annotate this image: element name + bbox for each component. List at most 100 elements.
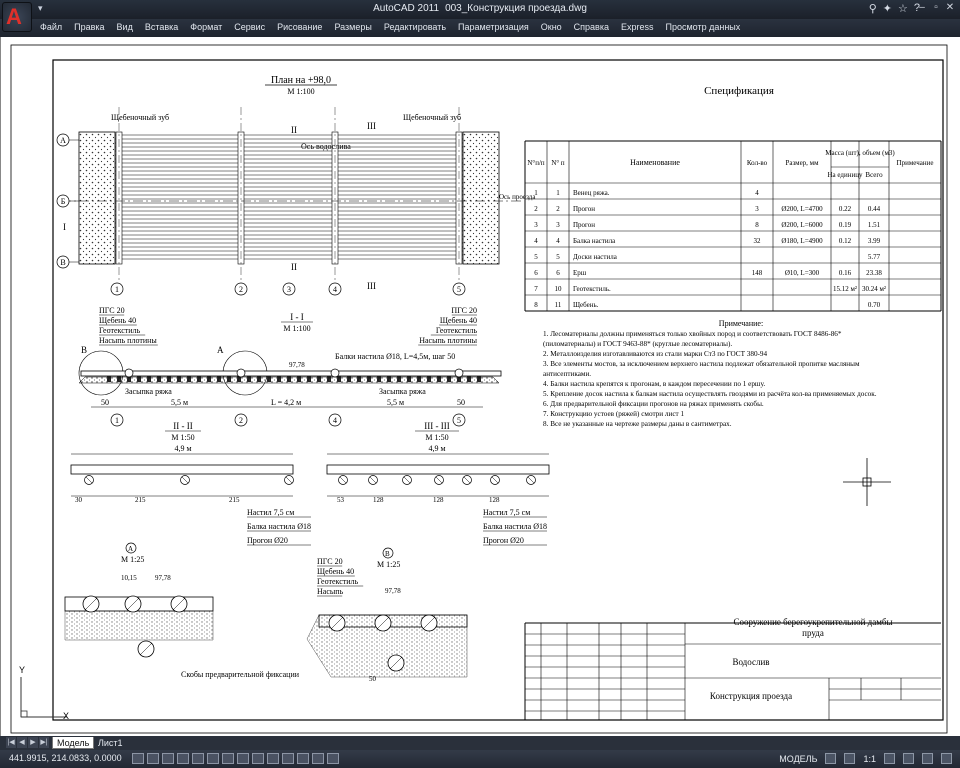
note-line: 4. Балки настила крепятся к прогонам, в … — [543, 380, 765, 388]
svg-text:148: 148 — [752, 269, 763, 277]
svg-text:А: А — [128, 545, 133, 553]
prev-tab-icon[interactable]: ◀ — [17, 737, 27, 748]
maximize-button[interactable]: ▫ — [930, 1, 942, 15]
section-II-view: II - II М 1:50 4,9 м 30 215 215 Настил 7… — [70, 421, 311, 546]
drafting-toggle-icon[interactable] — [237, 753, 249, 764]
plan-scale: М 1:100 — [287, 87, 314, 96]
svg-text:N°п/п: N°п/п — [527, 159, 545, 167]
drafting-toggle-icon[interactable] — [312, 753, 324, 764]
svg-text:Кол-во: Кол-во — [747, 159, 768, 167]
dim-II-2: 215 — [135, 496, 146, 504]
tab-sheet[interactable]: Лист1 — [94, 737, 127, 749]
stamp-object: Водослив — [732, 657, 769, 667]
viewport-icon[interactable] — [825, 753, 837, 764]
layer-label: ПГС 20 — [99, 306, 125, 315]
plan-view: План на +98,0 М 1:100 Щебеночный зуб Щеб… — [56, 75, 536, 296]
note-line: 3. Все элементы мостов, за исключением в… — [543, 360, 860, 368]
drafting-toggle-icon[interactable] — [162, 753, 174, 764]
quick-access-toolbar[interactable]: ▾ — [38, 3, 43, 14]
menu-item-7[interactable]: Размеры — [334, 22, 377, 32]
svg-text:Наименование: Наименование — [630, 158, 680, 167]
dim-III-2: 128 — [373, 496, 384, 504]
workspace-icon[interactable] — [884, 753, 895, 764]
minimize-button[interactable]: – — [916, 1, 928, 15]
drafting-toggle-icon[interactable] — [207, 753, 219, 764]
menu-item-9[interactable]: Параметризация — [458, 22, 535, 32]
svg-text:5: 5 — [534, 253, 538, 261]
next-tab-icon[interactable]: ▶ — [28, 737, 38, 748]
last-tab-icon[interactable]: ▶| — [39, 737, 49, 748]
drafting-toggle-icon[interactable] — [192, 753, 204, 764]
svg-text:Ø200, L=4700: Ø200, L=4700 — [781, 205, 823, 213]
section-II-scale: М 1:50 — [171, 433, 194, 442]
menu-item-8[interactable]: Редактировать — [384, 22, 452, 32]
crosshair-cursor — [843, 458, 891, 506]
layout-tabs: |◀ ◀ ▶ ▶| Модель Лист1 — [0, 736, 960, 750]
isolate-icon[interactable] — [922, 753, 933, 764]
svg-text:7: 7 — [534, 285, 538, 293]
svg-text:4: 4 — [556, 237, 560, 245]
tab-model[interactable]: Модель — [52, 737, 95, 749]
menu-item-4[interactable]: Формат — [190, 22, 228, 32]
section-III-scale: М 1:50 — [425, 433, 448, 442]
stamp-project-2: пруда — [802, 628, 824, 638]
drafting-toggle-icon[interactable] — [222, 753, 234, 764]
axis-label: Ось водослива — [301, 142, 351, 151]
menu-item-12[interactable]: Express — [621, 22, 660, 32]
menu-item-11[interactable]: Справка — [574, 22, 615, 32]
menu-item-10[interactable]: Окно — [541, 22, 568, 32]
menu-item-6[interactable]: Рисование — [277, 22, 328, 32]
clean-screen-icon[interactable] — [941, 753, 952, 764]
svg-text:Балка настила: Балка настила — [573, 237, 616, 245]
svg-text:L = 4,2 м: L = 4,2 м — [271, 398, 301, 407]
svg-text:На единицу: На единицу — [828, 171, 863, 179]
autocad-logo-icon: A — [6, 4, 22, 29]
svg-text:50: 50 — [101, 398, 109, 407]
menu-item-2[interactable]: Вид — [117, 22, 139, 32]
drafting-toggle-icon[interactable] — [267, 753, 279, 764]
callout-label: Настил 7,5 см — [247, 508, 294, 517]
autocad-window: AutoCAD 2011 003_Конструкция проезда.dwg … — [0, 0, 960, 768]
plan-right-crib — [462, 131, 500, 265]
drafting-toggle-icon[interactable] — [132, 753, 144, 764]
drafting-toggle-icon[interactable] — [252, 753, 264, 764]
title-bar: AutoCAD 2011 003_Конструкция проезда.dwg … — [0, 0, 960, 19]
drawing-canvas[interactable]: План на +98,0 М 1:100 Щебеночный зуб Щеб… — [0, 37, 960, 736]
close-button[interactable]: ✕ — [944, 1, 956, 15]
dim-II-1: 30 — [75, 496, 83, 504]
menu-item-5[interactable]: Сервис — [234, 22, 271, 32]
drafting-toggle-icon[interactable] — [327, 753, 339, 764]
wrench-icon[interactable]: ✦ — [883, 2, 892, 15]
svg-text:8: 8 — [534, 301, 538, 309]
svg-text:4: 4 — [333, 416, 337, 425]
menu-item-3[interactable]: Вставка — [145, 22, 184, 32]
binoculars-icon[interactable]: ⚲ — [869, 2, 877, 15]
application-menu-button[interactable]: A — [2, 2, 32, 32]
stamp-sheet-title: Конструкция проезда — [710, 691, 792, 701]
layers-right: ПГС 20Щебень 40ГеотекстильНасыпь плотины — [418, 306, 478, 346]
plan-axis-letter: А — [60, 136, 66, 145]
model-space-button[interactable]: МОДЕЛЬ — [779, 754, 817, 764]
menu-item-13[interactable]: Просмотр данных — [666, 22, 747, 32]
lock-icon[interactable] — [903, 753, 914, 764]
menu-item-0[interactable]: Файл — [40, 22, 68, 32]
annotation-scale[interactable]: 1:1 — [863, 754, 876, 764]
layer-label: Насыпь плотины — [99, 336, 157, 345]
note-line: 5. Крепление досок настила к балкам наст… — [543, 390, 877, 398]
callout-label: Прогон Ø20 — [483, 536, 524, 545]
drafting-toggle-icon[interactable] — [282, 753, 294, 764]
drafting-toggle-icon[interactable] — [177, 753, 189, 764]
first-tab-icon[interactable]: |◀ — [6, 737, 16, 748]
svg-text:8: 8 — [755, 221, 759, 229]
star-icon[interactable]: ☆ — [898, 2, 908, 15]
dim-III-4: 128 — [489, 496, 500, 504]
svg-text:Всего: Всего — [865, 171, 883, 179]
menu-item-1[interactable]: Правка — [74, 22, 110, 32]
node-B-mark: В — [81, 345, 87, 355]
drafting-toggle-icon[interactable] — [147, 753, 159, 764]
stamp-project-1: Сооружение берегоукрепительной дамбы — [733, 617, 892, 627]
plan-axis-number: 5 — [457, 285, 461, 294]
annotation-scale-icon[interactable] — [844, 753, 856, 764]
note-line: антисептиками. — [543, 370, 591, 378]
drafting-toggle-icon[interactable] — [297, 753, 309, 764]
